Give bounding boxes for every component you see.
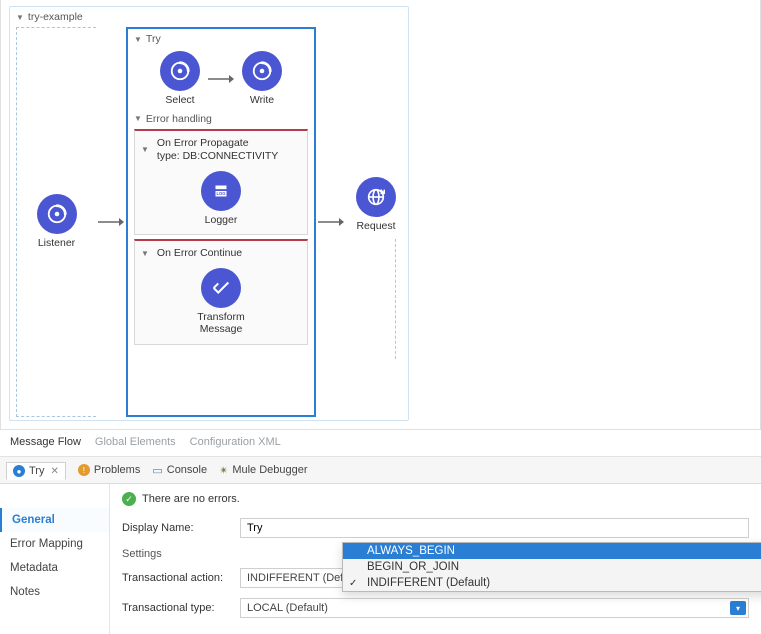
properties-panel: ● Try ✕ ! Problems ▭ Console ✴ Mule Debu…	[0, 456, 761, 634]
bug-icon: ✴	[219, 464, 228, 477]
tab-problems[interactable]: ! Problems	[78, 464, 140, 476]
arrow-icon	[316, 213, 346, 231]
tab-try-label: Try	[29, 465, 44, 477]
tab-problems-label: Problems	[94, 464, 140, 476]
chevron-down-icon: ▾	[730, 601, 746, 615]
close-icon[interactable]: ✕	[50, 466, 58, 477]
logger-component[interactable]: LOG Logger	[201, 171, 241, 227]
option-begin-or-join[interactable]: BEGIN_OR_JOIN	[343, 559, 761, 575]
properties-side-nav: General Error Mapping Metadata Notes	[0, 484, 110, 634]
on-error-propagate-title: On Error Propagate type: DB:CONNECTIVITY	[157, 137, 278, 163]
select-component[interactable]: Select	[160, 51, 200, 107]
transform-component[interactable]: Transform Message	[197, 268, 244, 335]
tx-type-select[interactable]: LOCAL (Default) ▾	[240, 598, 749, 618]
status-row: ✓ There are no errors.	[122, 492, 749, 506]
chevron-down-icon: ▼	[16, 13, 24, 22]
tab-debugger-label: Mule Debugger	[232, 464, 307, 476]
check-icon: ✓	[349, 578, 357, 589]
source-lane: Listener	[16, 27, 96, 417]
error-handling-header[interactable]: ▼ Error handling	[134, 113, 308, 125]
chevron-down-icon: ▼	[134, 35, 142, 44]
tx-type-value: LOCAL (Default)	[247, 602, 328, 614]
write-label: Write	[250, 95, 274, 107]
request-icon	[356, 177, 396, 217]
tab-global-elements[interactable]: Global Elements	[95, 436, 176, 448]
target-lane: Request	[346, 27, 396, 417]
on-error-propagate[interactable]: ▼ On Error Propagate type: DB:CONNECTIVI…	[134, 129, 308, 236]
console-icon: ▭	[152, 464, 162, 477]
try-tab-icon: ●	[13, 465, 25, 477]
arrow-icon	[96, 213, 126, 231]
tx-action-label: Transactional action:	[122, 572, 232, 584]
display-name-input[interactable]	[240, 518, 749, 538]
flow-try-example[interactable]: ▼ try-example Listener ▼ Try	[9, 6, 409, 421]
nav-error-mapping[interactable]: Error Mapping	[0, 532, 109, 556]
listener-label: Listener	[38, 238, 75, 250]
logger-label: Logger	[205, 215, 238, 227]
lower-tab-bar: ● Try ✕ ! Problems ▭ Console ✴ Mule Debu…	[0, 457, 761, 484]
on-error-continue[interactable]: ▼ On Error Continue Transform Message	[134, 239, 308, 344]
chevron-down-icon: ▼	[134, 114, 142, 123]
request-label: Request	[356, 221, 395, 233]
display-name-label: Display Name:	[122, 522, 232, 534]
flow-canvas[interactable]: ▼ try-example Listener ▼ Try	[0, 0, 761, 430]
request-component[interactable]: Request	[356, 177, 396, 233]
option-always-begin[interactable]: ALWAYS_BEGIN	[343, 543, 761, 559]
nav-general[interactable]: General	[0, 508, 109, 532]
try-scope[interactable]: ▼ Try Select	[126, 27, 316, 417]
tx-action-dropdown: ALWAYS_BEGIN BEGIN_OR_JOIN ✓INDIFFERENT …	[342, 542, 761, 592]
option-indifferent[interactable]: ✓INDIFFERENT (Default)	[343, 575, 761, 591]
listener-component[interactable]: Listener	[37, 194, 77, 250]
tab-message-flow[interactable]: Message Flow	[10, 436, 81, 448]
chevron-down-icon: ▼	[141, 249, 149, 258]
nav-notes[interactable]: Notes	[0, 580, 109, 604]
tab-console-label: Console	[167, 464, 207, 476]
arrow-icon	[206, 70, 236, 88]
select-label: Select	[165, 95, 194, 107]
transform-icon	[201, 268, 241, 308]
write-component[interactable]: Write	[242, 51, 282, 107]
listener-icon	[37, 194, 77, 234]
status-text: There are no errors.	[142, 493, 240, 505]
warning-icon: !	[78, 464, 90, 476]
tab-configuration-xml[interactable]: Configuration XML	[190, 436, 281, 448]
flow-name: try-example	[28, 11, 83, 23]
select-icon	[160, 51, 200, 91]
flow-continuation-line	[395, 239, 396, 359]
error-handling-label: Error handling	[146, 113, 212, 125]
on-error-continue-title: On Error Continue	[157, 247, 242, 260]
tab-mule-debugger[interactable]: ✴ Mule Debugger	[219, 464, 307, 477]
try-label: Try	[146, 33, 161, 45]
flow-header[interactable]: ▼ try-example	[16, 11, 402, 23]
chevron-down-icon: ▼	[141, 145, 149, 154]
try-header[interactable]: ▼ Try	[134, 33, 308, 45]
svg-text:LOG: LOG	[217, 191, 226, 196]
nav-metadata[interactable]: Metadata	[0, 556, 109, 580]
tab-try[interactable]: ● Try ✕	[6, 462, 66, 480]
ok-icon: ✓	[122, 492, 136, 506]
editor-bottom-tabs: Message Flow Global Elements Configurati…	[0, 430, 761, 456]
write-icon	[242, 51, 282, 91]
tab-console[interactable]: ▭ Console	[152, 464, 207, 477]
general-form: ✓ There are no errors. Display Name: Set…	[110, 484, 761, 634]
logger-icon: LOG	[201, 171, 241, 211]
transform-label: Transform Message	[197, 312, 244, 335]
tx-type-label: Transactional type:	[122, 602, 232, 614]
